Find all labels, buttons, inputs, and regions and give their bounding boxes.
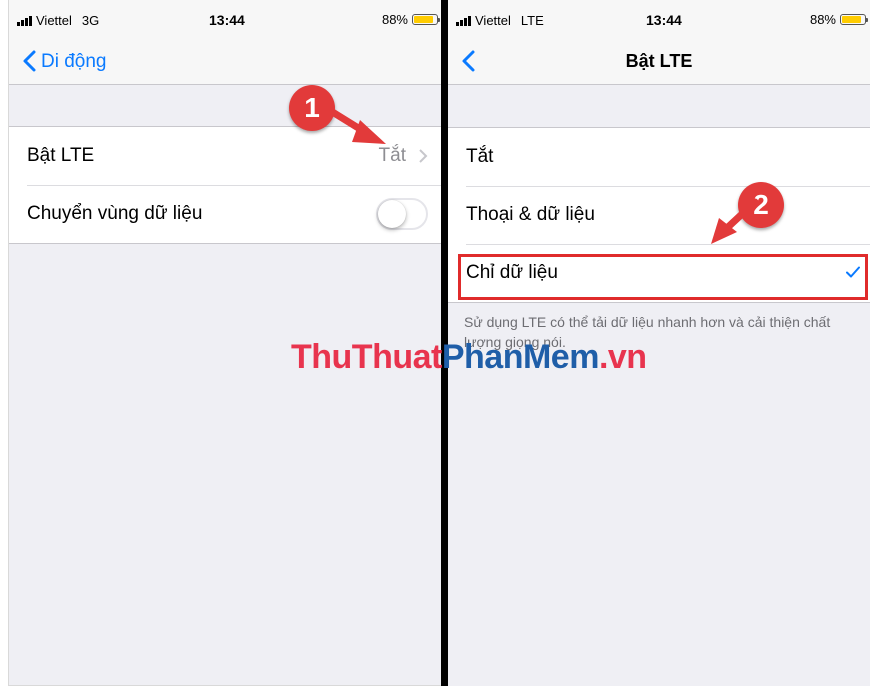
status-bar: Viettel LTE 13:44 88%: [448, 0, 870, 40]
option-off[interactable]: Tắt: [448, 128, 870, 186]
battery-percent: 88%: [381, 12, 408, 27]
back-chevron-icon[interactable]: [19, 49, 43, 73]
back-button[interactable]: Di động: [41, 51, 107, 73]
signal-icon: [17, 15, 32, 26]
carrier-label: Viettel: [36, 13, 72, 28]
data-roaming-row: Chuyển vùng dữ liệu: [9, 185, 442, 243]
highlight-box: [458, 254, 868, 300]
signal-icon: [456, 15, 471, 26]
option-voice-data[interactable]: Thoại & dữ liệu: [448, 186, 870, 244]
battery-percent: 88%: [809, 12, 836, 27]
row-label: Chuyển vùng dữ liệu: [27, 203, 203, 224]
status-time: 13:44: [209, 12, 245, 28]
nav-bar: Di động: [9, 40, 442, 85]
network-label: LTE: [520, 13, 544, 28]
chevron-right-icon: [419, 149, 428, 163]
status-time: 13:44: [646, 12, 682, 28]
nav-bar: Bật LTE: [448, 40, 870, 85]
watermark: ThuThuatPhanMem.vn: [291, 338, 647, 377]
watermark-part: ThuThuat: [291, 338, 442, 376]
carrier-label: Viettel: [475, 13, 511, 28]
data-roaming-toggle[interactable]: [376, 198, 428, 230]
network-label: 3G: [81, 13, 100, 28]
status-bar: Viettel 3G 13:44 88%: [9, 0, 442, 40]
row-label: Bật LTE: [27, 145, 95, 166]
watermark-part: PhanMem: [441, 338, 600, 376]
arrow-icon: [322, 104, 386, 144]
battery-icon: [412, 14, 440, 25]
watermark-part: .vn: [598, 338, 647, 376]
battery-icon: [840, 14, 868, 25]
option-label: Thoại & dữ liệu: [466, 204, 595, 225]
page-title: Bật LTE: [625, 51, 693, 71]
arrow-icon: [711, 198, 759, 244]
option-label: Tắt: [466, 146, 494, 167]
